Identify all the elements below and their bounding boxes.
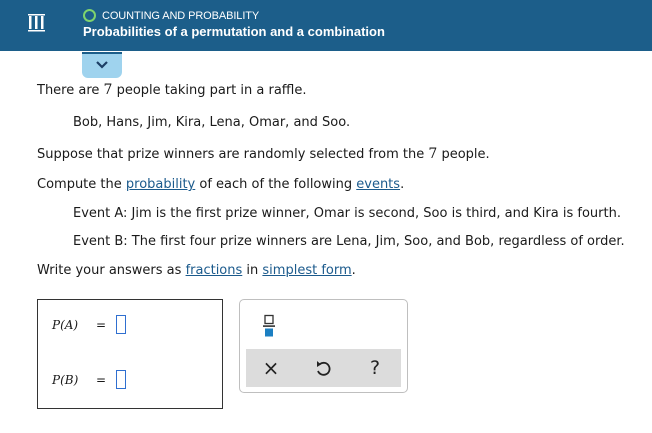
fractions-link[interactable]: fractions (186, 263, 243, 278)
suppose-text-a: Suppose that prize winners are randomly … (37, 147, 429, 162)
topic-label: COUNTING AND PROBABILITY (102, 9, 260, 22)
fraction-icon (263, 314, 275, 337)
undo-button[interactable] (313, 358, 333, 378)
event-b-text: Event B: The first four prize winners ar… (73, 234, 625, 249)
clear-icon: × (262, 356, 280, 380)
undo-icon (317, 361, 331, 376)
compute-text-a: Compute the (37, 177, 126, 192)
events-link[interactable]: events (356, 177, 400, 192)
tool-button-bar: × ? (246, 349, 401, 387)
write-text-a: Write your answers as (37, 263, 186, 278)
intro-text-a: There are (37, 83, 104, 98)
answer-box: P(A) = P(B) = (37, 299, 223, 409)
pb-input[interactable] (116, 370, 126, 389)
help-icon: ? (369, 357, 381, 379)
suppose-text-b: people. (437, 147, 490, 162)
compute-text: Compute the probability of each of the f… (37, 177, 404, 192)
math-tool-panel: × ? (239, 299, 408, 393)
chevron-down-icon (96, 61, 108, 69)
topic-row: COUNTING AND PROBABILITY (83, 9, 259, 22)
answer-row-a: P(A) = (52, 315, 126, 334)
names-list: Bob, Hans, Jim, Kira, Lena, Omar, and So… (73, 115, 351, 130)
help-button[interactable]: ? (365, 358, 385, 378)
pa-label: P(A) (52, 317, 79, 332)
compute-text-c: . (400, 177, 405, 192)
header-bar: COUNTING AND PROBABILITY Probabilities o… (0, 0, 652, 51)
probability-link[interactable]: probability (126, 177, 195, 192)
suppose-text: Suppose that prize winners are randomly … (37, 146, 490, 162)
compute-text-b: of each of the following (195, 177, 357, 192)
write-text-b: in (242, 263, 263, 278)
intro-text-b: people taking part in a raffle. (112, 83, 307, 98)
simplest-form-link[interactable]: simplest form (262, 263, 351, 278)
progress-circle-icon (83, 9, 96, 22)
intro-text: There are 7 people taking part in a raff… (37, 82, 307, 98)
menu-icon (28, 14, 45, 32)
collapse-header-button[interactable] (82, 52, 122, 78)
suppose-number: 7 (428, 146, 438, 162)
pa-input[interactable] (116, 315, 126, 334)
clear-button[interactable]: × (261, 358, 281, 378)
event-a-text: Event A: Jim is the first prize winner, … (73, 206, 621, 221)
pa-equals: = (96, 317, 107, 332)
page-title: Probabilities of a permutation and a com… (83, 24, 385, 39)
write-text-c: . (351, 263, 356, 278)
fraction-button[interactable] (262, 314, 276, 338)
pb-equals: = (96, 372, 107, 387)
instructions-text: Write your answers as fractions in simpl… (37, 263, 356, 278)
pb-label: P(B) (52, 372, 79, 387)
answer-row-b: P(B) = (52, 370, 126, 389)
menu-button[interactable] (0, 0, 63, 51)
